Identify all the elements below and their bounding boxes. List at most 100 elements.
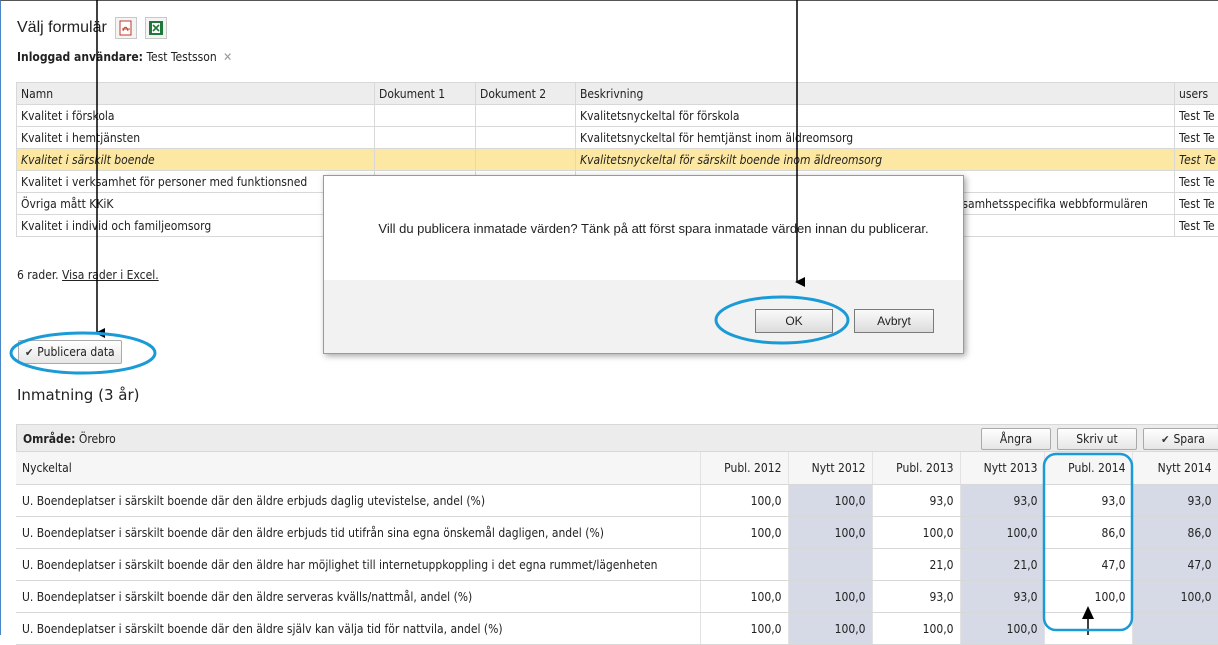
form-name: Kvalitet i förskola: [17, 105, 375, 127]
save-button-label: Spara: [1173, 432, 1204, 446]
published-value-cell: 86,0: [1044, 517, 1132, 549]
col-dokument-2[interactable]: Dokument 2: [476, 83, 576, 105]
logged-in-user: Inloggad användare: Test Testsson ✕: [17, 50, 232, 64]
published-value-cell: 100,0: [872, 613, 960, 645]
form-doc1: [375, 127, 476, 149]
form-users: Test Te: [1175, 215, 1218, 237]
cancel-button[interactable]: Avbryt: [854, 309, 934, 333]
col-namn[interactable]: Namn: [17, 83, 375, 105]
col-nytt-2012: Nytt 2012: [788, 452, 872, 485]
published-value-cell: 100,0: [700, 485, 788, 517]
dialog-message: Vill du publicera inmatade värden? Tänk …: [378, 221, 928, 236]
logout-close-icon[interactable]: ✕: [223, 50, 232, 64]
rows-info: 6 rader. Visa rader i Excel.: [17, 268, 159, 282]
row-count: 6 rader.: [17, 268, 59, 282]
new-value-cell[interactable]: 93,0: [960, 581, 1044, 613]
col-publ-2012: Publ. 2012: [700, 452, 788, 485]
publish-button-label: Publicera data: [37, 345, 114, 359]
new-value-cell[interactable]: 93,0: [960, 485, 1044, 517]
table-row: U. Boendeplatser i särskilt boende där d…: [16, 485, 1218, 517]
published-value-cell: 100,0: [700, 517, 788, 549]
form-description: Kvalitetsnyckeltal för förskola: [576, 105, 1175, 127]
form-doc1: [375, 149, 476, 171]
published-value-cell: 100,0: [1044, 581, 1132, 613]
user-name: Test Testsson: [146, 50, 216, 64]
area-toolbar: Område: Örebro Ångra Skriv ut ✔ Spara: [16, 424, 1218, 452]
table-row: U. Boendeplatser i särskilt boende där d…: [16, 581, 1218, 613]
undo-button[interactable]: Ångra: [981, 428, 1051, 450]
excel-icon[interactable]: [145, 17, 167, 39]
form-doc2: [476, 149, 576, 171]
published-value-cell: 93,0: [1044, 485, 1132, 517]
save-button[interactable]: ✔ Spara: [1143, 428, 1218, 450]
form-name: Kvalitet i verksamhet för personer med f…: [17, 171, 375, 193]
form-name: Övriga mått KKiK: [17, 193, 375, 215]
col-dokument-1[interactable]: Dokument 1: [375, 83, 476, 105]
checkmark-icon: ✔: [1161, 433, 1169, 446]
col-nytt-2014: Nytt 2014: [1132, 452, 1218, 485]
dialog-message-area: Vill du publicera inmatade värden? Tänk …: [324, 176, 963, 280]
published-value-cell: 100,0: [872, 517, 960, 549]
published-value-cell: [700, 549, 788, 581]
publish-button[interactable]: ✔ Publicera data: [18, 340, 122, 364]
ok-button[interactable]: OK: [755, 309, 833, 333]
table-row: U. Boendeplatser i särskilt boende där d…: [16, 549, 1218, 581]
form-users: Test Te: [1175, 127, 1218, 149]
indicator-name: U. Boendeplatser i särskilt boende där d…: [16, 517, 700, 549]
form-doc2: [476, 127, 576, 149]
area-label-key: Område:: [23, 432, 75, 446]
col-nyckeltal: Nyckeltal: [16, 452, 700, 485]
table-row[interactable]: Kvalitet i hemtjänsten Kvalitetsnyckelta…: [17, 127, 1218, 149]
new-value-cell[interactable]: 93,0: [1132, 485, 1218, 517]
table-row[interactable]: Kvalitet i förskola Kvalitetsnyckeltal f…: [17, 105, 1218, 127]
indicator-table: Nyckeltal Publ. 2012 Nytt 2012 Publ. 201…: [16, 452, 1218, 645]
print-button[interactable]: Skriv ut: [1057, 428, 1137, 450]
form-users: Test Te: [1175, 105, 1218, 127]
indicator-name: U. Boendeplatser i särskilt boende där d…: [16, 549, 700, 581]
new-value-cell[interactable]: 86,0: [1132, 517, 1218, 549]
area-value: Örebro: [79, 432, 116, 446]
new-value-cell[interactable]: [788, 549, 872, 581]
new-value-cell[interactable]: 47,0: [1132, 549, 1218, 581]
section-title: Inmatning (3 år): [17, 386, 139, 404]
indicator-header-row: Nyckeltal Publ. 2012 Nytt 2012 Publ. 201…: [16, 452, 1218, 485]
form-name: Kvalitet i individ och familjeomsorg: [17, 215, 375, 237]
form-users: Test Te: [1175, 171, 1218, 193]
new-value-cell[interactable]: 100,0: [960, 517, 1044, 549]
pdf-icon[interactable]: [115, 17, 137, 39]
new-value-cell[interactable]: 100,0: [788, 485, 872, 517]
new-value-cell[interactable]: 100,0: [788, 613, 872, 645]
new-value-cell[interactable]: 100,0: [1132, 581, 1218, 613]
published-value-cell: 93,0: [872, 581, 960, 613]
indicator-name: U. Boendeplatser i särskilt boende där d…: [16, 581, 700, 613]
publish-confirm-dialog: Vill du publicera inmatade värden? Tänk …: [323, 175, 964, 354]
forms-header-row: Namn Dokument 1 Dokument 2 Beskrivning u…: [17, 83, 1218, 105]
published-value-cell: [1044, 613, 1132, 645]
excel-link[interactable]: Visa rader i Excel.: [62, 268, 159, 282]
form-doc1: [375, 105, 476, 127]
new-value-cell[interactable]: 100,0: [960, 613, 1044, 645]
col-publ-2013: Publ. 2013: [872, 452, 960, 485]
new-value-cell[interactable]: [1132, 613, 1218, 645]
table-row: U. Boendeplatser i särskilt boende där d…: [16, 613, 1218, 645]
form-doc2: [476, 105, 576, 127]
new-value-cell[interactable]: 100,0: [788, 517, 872, 549]
col-beskrivning[interactable]: Beskrivning: [576, 83, 1175, 105]
form-name: Kvalitet i hemtjänsten: [17, 127, 375, 149]
col-nytt-2013: Nytt 2013: [960, 452, 1044, 485]
header: Välj formulär: [17, 14, 167, 42]
indicator-name: U. Boendeplatser i särskilt boende där d…: [16, 613, 700, 645]
new-value-cell[interactable]: 100,0: [788, 581, 872, 613]
published-value-cell: 100,0: [700, 581, 788, 613]
indicator-name: U. Boendeplatser i särskilt boende där d…: [16, 485, 700, 517]
table-row-selected[interactable]: Kvalitet i särskilt boende Kvalitetsnyck…: [17, 149, 1218, 171]
form-description: Kvalitetsnyckeltal för särskilt boende i…: [576, 149, 1175, 171]
published-value-cell: 93,0: [872, 485, 960, 517]
user-label: Inloggad användare:: [17, 50, 143, 64]
col-users[interactable]: users: [1175, 83, 1218, 105]
area-label: Område: Örebro: [23, 432, 116, 446]
published-value-cell: 47,0: [1044, 549, 1132, 581]
form-users: Test Te: [1175, 149, 1218, 171]
col-publ-2014: Publ. 2014: [1044, 452, 1132, 485]
new-value-cell[interactable]: 21,0: [960, 549, 1044, 581]
